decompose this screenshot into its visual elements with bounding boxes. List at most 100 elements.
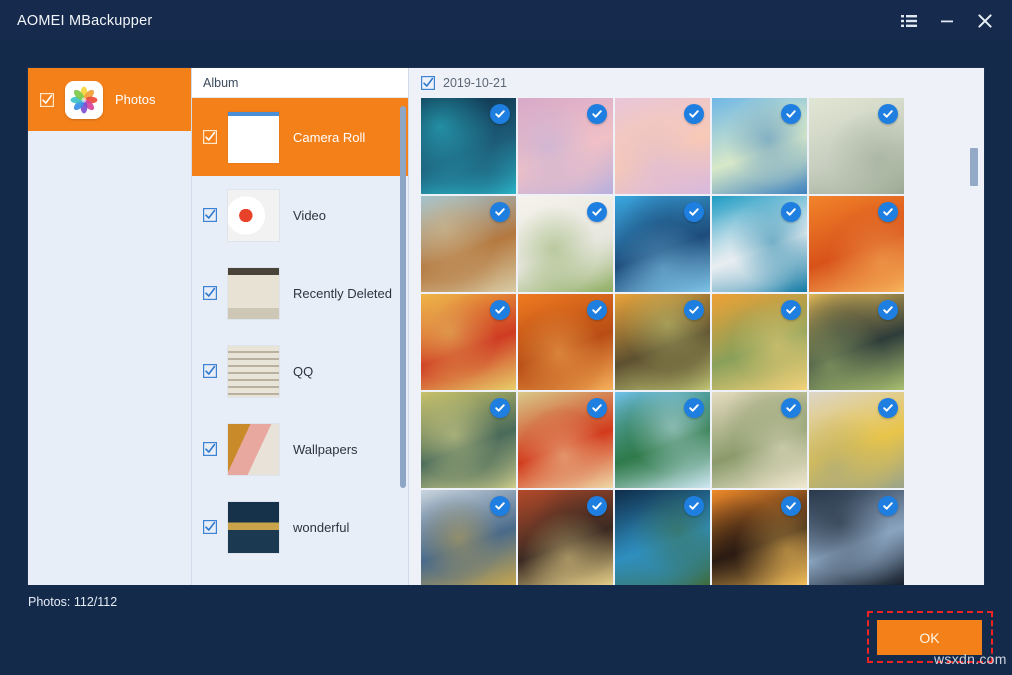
photo-thumbnail[interactable] [809,490,904,585]
photo-thumbnail[interactable] [518,98,613,194]
photo-selected-check-icon[interactable] [587,496,607,516]
album-checkbox[interactable] [203,208,217,222]
photos-app-icon [65,81,103,119]
album-checkbox[interactable] [203,364,217,378]
photo-selected-check-icon[interactable] [781,104,801,124]
album-list[interactable]: Camera Roll Video Recently Deleted QQ Wallpa… [192,98,408,585]
album-item-label: Recently Deleted [293,286,392,301]
photo-thumbnail[interactable] [809,98,904,194]
date-group-checkbox[interactable] [421,76,435,90]
category-sidebar: Photos [28,68,192,585]
photo-selected-check-icon[interactable] [684,104,704,124]
photo-selected-check-icon[interactable] [587,202,607,222]
photo-thumbnail[interactable] [809,196,904,292]
status-bar [0,585,1012,675]
photo-thumbnail[interactable] [809,294,904,390]
photo-selected-check-icon[interactable] [878,202,898,222]
photo-selected-check-icon[interactable] [490,104,510,124]
album-item-label: wonderful [293,520,349,535]
album-thumbnail [228,268,279,319]
sidebar-item-photos[interactable]: Photos [28,68,191,131]
photo-selected-check-icon[interactable] [781,398,801,418]
close-icon[interactable] [966,0,1004,41]
album-thumbnail [228,346,279,397]
photo-selected-check-icon[interactable] [684,300,704,320]
photo-selected-check-icon[interactable] [587,300,607,320]
photo-grid[interactable] [421,98,926,585]
album-checkbox[interactable] [203,520,217,534]
photo-thumbnail[interactable] [712,196,807,292]
photo-thumbnail[interactable] [712,294,807,390]
photo-thumbnail[interactable] [518,294,613,390]
selection-dialog: Photos Album Camera Roll Video Recently De… [28,68,984,585]
album-panel: Album Camera Roll Video Recently Deleted QQ… [192,68,409,585]
album-item-label: Video [293,208,326,223]
photo-selected-check-icon[interactable] [684,496,704,516]
photo-selected-check-icon[interactable] [684,398,704,418]
album-checkbox[interactable] [203,130,217,144]
photo-selected-check-icon[interactable] [878,496,898,516]
photo-thumbnail[interactable] [421,392,516,488]
photo-thumbnail[interactable] [615,490,710,585]
photo-selected-check-icon[interactable] [781,496,801,516]
photo-thumbnail[interactable] [518,490,613,585]
menu-list-icon[interactable] [890,0,928,41]
photo-selected-check-icon[interactable] [490,300,510,320]
album-thumbnail [228,190,279,241]
album-item-label: Camera Roll [293,130,365,145]
date-group-header[interactable]: 2019-10-21 [409,68,984,98]
photo-selected-check-icon[interactable] [878,300,898,320]
app-title: AOMEI MBackupper [17,13,152,29]
album-checkbox[interactable] [203,286,217,300]
photo-thumbnail[interactable] [615,196,710,292]
photo-selected-check-icon[interactable] [490,202,510,222]
photo-selected-check-icon[interactable] [878,398,898,418]
photo-thumbnail[interactable] [615,294,710,390]
date-group-label: 2019-10-21 [443,76,507,90]
album-thumbnail [228,424,279,475]
minimize-icon[interactable] [928,0,966,41]
app-window: AOMEI MBackupper [0,0,1012,675]
photo-thumbnail[interactable] [712,98,807,194]
sidebar-item-label: Photos [115,92,155,107]
album-item-camera-roll[interactable]: Camera Roll [192,98,408,176]
album-item-recently-deleted[interactable]: Recently Deleted [192,254,408,332]
photo-thumbnail[interactable] [615,392,710,488]
album-checkbox[interactable] [203,442,217,456]
photo-selected-check-icon[interactable] [587,104,607,124]
album-item-label: QQ [293,364,313,379]
title-bar: AOMEI MBackupper [0,0,1012,41]
photo-thumbnail[interactable] [421,98,516,194]
photo-thumbnail[interactable] [421,294,516,390]
photo-panel: 2019-10-21 [409,68,984,585]
photo-selected-check-icon[interactable] [587,398,607,418]
album-item-video[interactable]: Video [192,176,408,254]
photo-thumbnail[interactable] [518,392,613,488]
ok-button[interactable]: OK [877,620,982,655]
album-item-qq[interactable]: QQ [192,332,408,410]
album-panel-header: Album [192,68,408,98]
album-item-wonderful[interactable]: wonderful [192,488,408,566]
photo-scrollbar-thumb[interactable] [970,148,978,186]
window-controls [890,0,1012,41]
photo-selected-check-icon[interactable] [781,202,801,222]
album-item-wallpapers[interactable]: Wallpapers [192,410,408,488]
album-thumbnail [228,502,279,553]
photo-selected-check-icon[interactable] [781,300,801,320]
watermark: wsxdn.com [934,651,1007,667]
photo-selected-check-icon[interactable] [490,398,510,418]
album-item-label: Wallpapers [293,442,358,457]
photo-thumbnail[interactable] [712,392,807,488]
photo-thumbnail[interactable] [421,490,516,585]
photo-selected-check-icon[interactable] [490,496,510,516]
album-scrollbar-thumb[interactable] [400,106,406,488]
photo-thumbnail[interactable] [712,490,807,585]
photo-thumbnail[interactable] [809,392,904,488]
photo-selected-check-icon[interactable] [878,104,898,124]
photo-count-status: Photos: 112/112 [28,595,117,609]
photo-thumbnail[interactable] [518,196,613,292]
photos-checkbox[interactable] [40,93,54,107]
photo-thumbnail[interactable] [421,196,516,292]
photo-selected-check-icon[interactable] [684,202,704,222]
photo-thumbnail[interactable] [615,98,710,194]
